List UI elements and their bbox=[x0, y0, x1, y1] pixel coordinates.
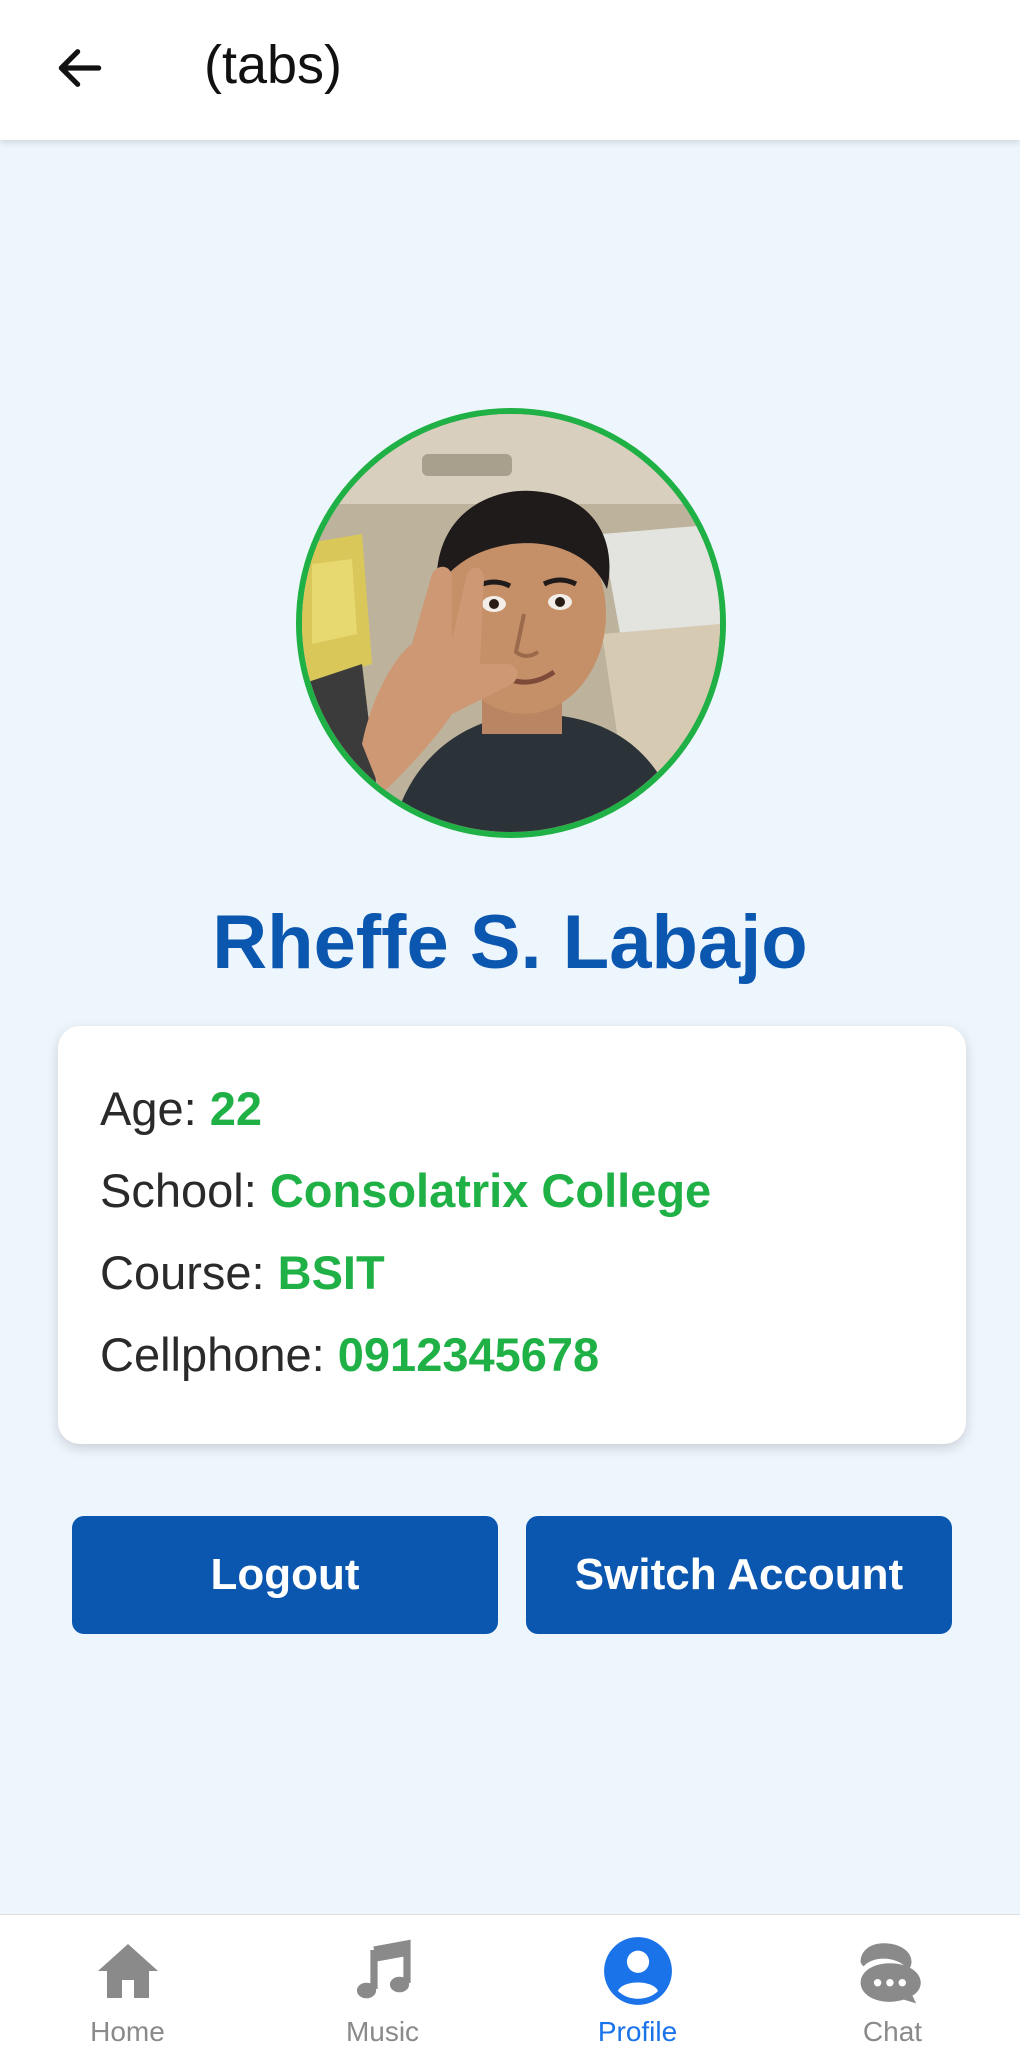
profile-name: Rheffe S. Labajo bbox=[212, 900, 808, 985]
profile-info-card: Age: 22 School: Consolatrix College Cour… bbox=[58, 1026, 966, 1444]
info-label-school: School: bbox=[100, 1164, 270, 1217]
chat-bubbles-icon bbox=[853, 1931, 933, 2011]
info-row-school: School: Consolatrix College bbox=[100, 1150, 966, 1232]
tab-profile[interactable]: Profile bbox=[510, 1915, 765, 2049]
profile-photo bbox=[302, 414, 720, 832]
info-row-course: Course: BSIT bbox=[100, 1232, 966, 1314]
arrow-left-icon bbox=[58, 49, 102, 87]
tab-profile-label: Profile bbox=[597, 2016, 678, 2047]
tab-chat[interactable]: Chat bbox=[765, 1915, 1020, 2049]
info-value-course: BSIT bbox=[277, 1246, 385, 1299]
home-icon bbox=[88, 1931, 168, 2011]
tab-home-label: Home bbox=[90, 2016, 165, 2047]
info-value-school: Consolatrix College bbox=[269, 1164, 712, 1217]
profile-avatar bbox=[296, 408, 726, 838]
info-value-cellphone: 0912345678 bbox=[337, 1328, 600, 1381]
bottom-tab-bar: Home Music Profile Chat bbox=[0, 1914, 1020, 2049]
info-value-age: 22 bbox=[209, 1082, 263, 1135]
switch-account-button[interactable]: Switch Account bbox=[526, 1516, 952, 1634]
header-title: (tabs) bbox=[204, 35, 343, 95]
app-header: (tabs) bbox=[0, 0, 1020, 140]
info-label-course: Course: bbox=[100, 1246, 278, 1299]
music-note-icon bbox=[343, 1931, 423, 2011]
tab-music[interactable]: Music bbox=[255, 1915, 510, 2049]
tab-home[interactable]: Home bbox=[0, 1915, 255, 2049]
info-row-cellphone: Cellphone: 0912345678 bbox=[100, 1314, 966, 1396]
info-row-age: Age: 22 bbox=[100, 1068, 966, 1150]
info-label-age: Age: bbox=[100, 1082, 210, 1135]
profile-screen: Rheffe S. Labajo Age: 22 School: Consola… bbox=[0, 140, 1020, 1914]
tab-chat-label: Chat bbox=[862, 2016, 923, 2047]
user-circle-icon bbox=[598, 1931, 678, 2011]
back-button[interactable] bbox=[40, 28, 120, 108]
tab-music-label: Music bbox=[345, 2016, 420, 2047]
info-label-cellphone: Cellphone: bbox=[100, 1328, 338, 1381]
logout-button[interactable]: Logout bbox=[72, 1516, 498, 1634]
